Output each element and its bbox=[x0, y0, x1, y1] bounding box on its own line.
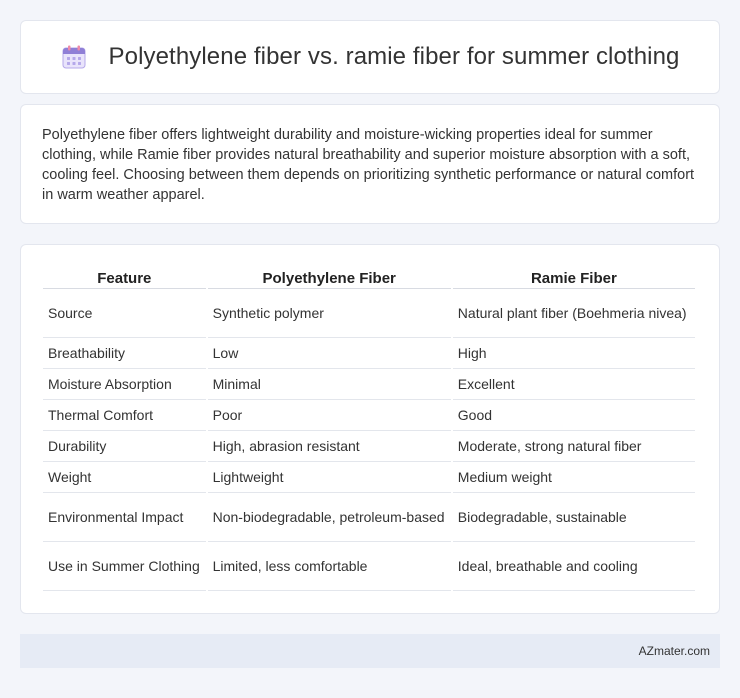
table-cell: Thermal Comfort bbox=[43, 400, 206, 431]
table-cell: Synthetic polymer bbox=[207, 289, 451, 338]
table-row: Weight Lightweight Medium weight bbox=[43, 462, 695, 493]
footer: AZmater.com bbox=[20, 634, 720, 668]
summary-card: Polyethylene fiber offers lightweight du… bbox=[20, 104, 720, 224]
comparison-table: Feature Polyethylene Fiber Ramie Fiber S… bbox=[41, 265, 697, 591]
header-feature: Feature bbox=[43, 265, 206, 289]
table-cell: Minimal bbox=[207, 369, 451, 400]
header-ramie: Ramie Fiber bbox=[452, 265, 695, 289]
table-cell: Ideal, breathable and cooling bbox=[452, 542, 695, 591]
footer-site-link[interactable]: AZmater.com bbox=[639, 644, 710, 658]
table-cell: Poor bbox=[207, 400, 451, 431]
table-row: Environmental Impact Non-biodegradable, … bbox=[43, 493, 695, 542]
table-row: Moisture Absorption Minimal Excellent bbox=[43, 369, 695, 400]
table-cell: Non-biodegradable, petroleum-based bbox=[207, 493, 451, 542]
table-row: Durability High, abrasion resistant Mode… bbox=[43, 431, 695, 462]
calendar-icon bbox=[61, 44, 87, 70]
table-cell: Use in Summer Clothing bbox=[43, 542, 206, 591]
table-row: Breathability Low High bbox=[43, 338, 695, 369]
table-cell: Limited, less comfortable bbox=[207, 542, 451, 591]
table-cell: Lightweight bbox=[207, 462, 451, 493]
table-cell: Low bbox=[207, 338, 451, 369]
table-row: Source Synthetic polymer Natural plant f… bbox=[43, 289, 695, 338]
table-cell: Biodegradable, sustainable bbox=[452, 493, 695, 542]
table-cell: High bbox=[452, 338, 695, 369]
table-cell: Natural plant fiber (Boehmeria nivea) bbox=[452, 289, 695, 338]
table-cell: Excellent bbox=[452, 369, 695, 400]
table-cell: Moisture Absorption bbox=[43, 369, 206, 400]
table-row: Thermal Comfort Poor Good bbox=[43, 400, 695, 431]
table-cell: Good bbox=[452, 400, 695, 431]
summary-text: Polyethylene fiber offers lightweight du… bbox=[42, 127, 695, 203]
title-card: Polyethylene fiber vs. ramie fiber for s… bbox=[20, 20, 720, 94]
table-cell: Breathability bbox=[43, 338, 206, 369]
table-cell: Medium weight bbox=[452, 462, 695, 493]
table-cell: Durability bbox=[43, 431, 206, 462]
comparison-table-card: Feature Polyethylene Fiber Ramie Fiber S… bbox=[20, 244, 720, 614]
table-cell: Weight bbox=[43, 462, 206, 493]
table-cell: Source bbox=[43, 289, 206, 338]
table-header-row: Feature Polyethylene Fiber Ramie Fiber bbox=[43, 265, 695, 289]
table-cell: Moderate, strong natural fiber bbox=[452, 431, 695, 462]
table-cell: Environmental Impact bbox=[43, 493, 206, 542]
table-cell: High, abrasion resistant bbox=[207, 431, 451, 462]
table-row: Use in Summer Clothing Limited, less com… bbox=[43, 542, 695, 591]
header-polyethylene: Polyethylene Fiber bbox=[207, 265, 451, 289]
page-title: Polyethylene fiber vs. ramie fiber for s… bbox=[108, 43, 680, 70]
